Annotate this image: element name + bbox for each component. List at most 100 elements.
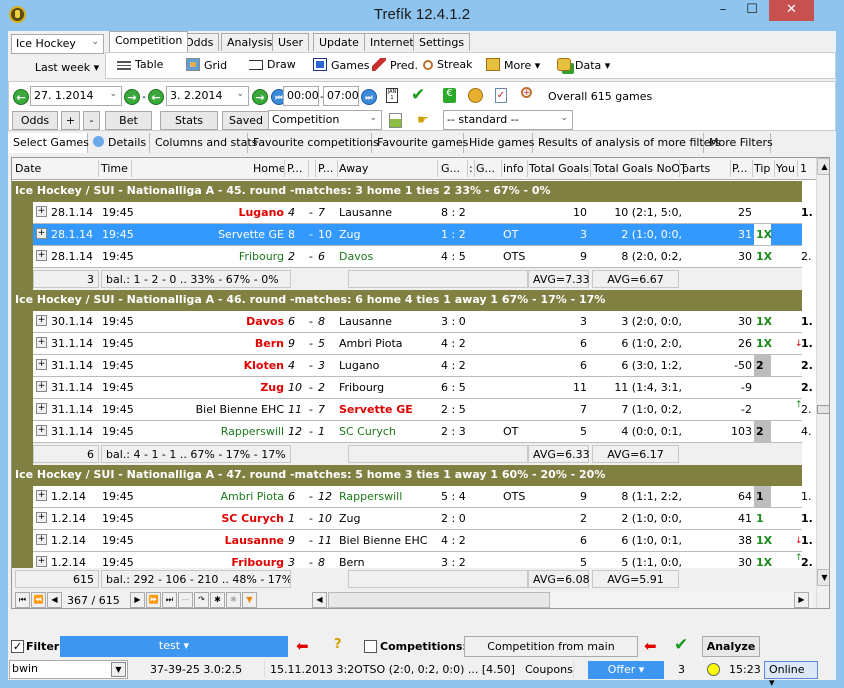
scroll-up-button[interactable]: ▲	[817, 158, 829, 175]
delete-record-button[interactable]: —	[178, 592, 193, 608]
more-dropdown[interactable]: More ▾	[486, 58, 540, 74]
table-row[interactable]: +31.1.14 19:45 Zug 10-2 Fribourg 6 : 5 11 11 (1…	[33, 377, 813, 399]
expand-row-button[interactable]: +	[36, 315, 47, 326]
period-dropdown[interactable]: Last week ▾	[22, 61, 112, 74]
expand-row-button[interactable]: +	[36, 228, 47, 239]
plus-button[interactable]: +	[61, 111, 80, 130]
check-icon[interactable]: ✔	[411, 85, 425, 105]
competition-select[interactable]: Competition ⌄	[268, 110, 382, 130]
table-row[interactable]: +1.2.14 19:45 SC Curych 1 -10 Zug 2 : 0 2 2 (1:0…	[33, 508, 813, 530]
subtab-favourite-games[interactable]: Favourite games	[372, 133, 468, 153]
tab-competition[interactable]: Competition	[109, 31, 189, 52]
data-dropdown[interactable]: Data ▾	[557, 58, 610, 74]
expand-row-button[interactable]: +	[36, 381, 47, 392]
streak-button[interactable]: Streak	[423, 58, 472, 74]
subtab-hide-games[interactable]: Hide games	[464, 133, 535, 153]
col-away-goals[interactable]: P...	[318, 162, 333, 175]
coupons-button[interactable]: Coupons	[525, 663, 573, 676]
col-away[interactable]: Away	[339, 162, 368, 175]
expand-row-button[interactable]: +	[36, 490, 47, 501]
asterisk-button[interactable]: ✱	[210, 592, 225, 608]
left-arrow-icon[interactable]: ⬅	[296, 637, 309, 655]
close-button[interactable]: ✕	[769, 0, 814, 21]
sport-select[interactable]: Ice Hockey ⌄	[11, 34, 104, 54]
expand-row-button[interactable]: +	[36, 250, 47, 261]
minus-button[interactable]: -	[83, 111, 100, 130]
filter-dropdown[interactable]: test ▾	[60, 636, 288, 657]
horizontal-scroll-thumb[interactable]	[328, 592, 550, 608]
games-button[interactable]: Games	[313, 58, 369, 74]
refresh-button[interactable]: ↷	[194, 592, 209, 608]
next-date-to-icon[interactable]: →	[252, 89, 268, 105]
col-info[interactable]: info	[503, 162, 524, 175]
table-row[interactable]: +31.1.14 19:45 Kloten 4 -3 Lugano 4 : 2 6 6 (3:0…	[33, 355, 813, 377]
table-button[interactable]: Table	[117, 58, 163, 74]
table-row[interactable]: +28.1.14 19:45 Servette GE 8 -10 Zug 1 : 2 OT 3 2…	[33, 224, 812, 246]
competitions-dropdown[interactable]: Competition from main window ▾	[464, 636, 638, 672]
left-arrow-icon[interactable]: ⬅	[644, 637, 657, 655]
saved-button[interactable]: Saved	[222, 111, 270, 130]
tab-update[interactable]: Update	[313, 33, 365, 51]
tab-analysis[interactable]: Analysis	[221, 33, 279, 51]
bet-button[interactable]: Bet	[105, 111, 152, 130]
expand-row-button[interactable]: +	[36, 425, 47, 436]
prev-record-button[interactable]: ◀	[47, 592, 62, 608]
competitions-checkbox[interactable]	[364, 640, 377, 653]
col-date[interactable]: Date	[15, 162, 41, 175]
prev-page-button[interactable]: ⏪	[31, 592, 46, 608]
subtab-columns-and-stats[interactable]: Columns and stats	[150, 133, 257, 153]
prev-date-from-icon[interactable]: ←	[13, 89, 29, 105]
vertical-scrollbar[interactable]: ▲ ▼	[816, 158, 829, 608]
group-header[interactable]: Ice Hockey / SUI - Nationalliga A - 46. …	[12, 290, 802, 311]
last-record-button[interactable]: ⏭	[162, 592, 177, 608]
table-row[interactable]: +31.1.14 19:45 Biel Bienne EHC 11-7 Servette…	[33, 399, 812, 421]
tab-internet[interactable]: Internet	[364, 33, 420, 51]
date-to-input[interactable]: 3. 2.2014 ⌄	[166, 86, 249, 106]
subtab-favourite-competitions[interactable]: Favourite competitions	[248, 133, 379, 153]
group-header[interactable]: Ice Hockey / SUI - Nationalliga A - 47. …	[12, 465, 802, 486]
scroll-left-button[interactable]: ◀	[312, 592, 327, 608]
subtab-details[interactable]: Details	[88, 133, 150, 153]
col-total-goals[interactable]: Total Goals	[529, 162, 589, 175]
stats-button[interactable]: Stats	[160, 111, 218, 130]
help-book-icon[interactable]: ?	[334, 637, 342, 652]
online-dropdown[interactable]: Online ▾	[764, 661, 818, 688]
joystick-icon[interactable]	[468, 88, 483, 103]
calendar-icon[interactable]: JAN 1	[386, 88, 398, 103]
table-row[interactable]: +30.1.14 19:45 Davos 6 -8 Lausanne 3 : 0 3 3 (2:…	[33, 311, 813, 333]
prev-date-to-icon[interactable]: ←	[148, 89, 164, 105]
time-end-icon[interactable]: ⏭	[361, 89, 377, 105]
table-row[interactable]: +1.2.14 19:45 Ambri Piota 6 -12 Rapperswill 5 …	[33, 486, 812, 508]
analyze-button[interactable]: Analyze	[702, 636, 760, 657]
table-row[interactable]: +28.1.14 19:45 Fribourg 2 -6 Davos 4 : 5 OTS 9 8 …	[33, 246, 812, 268]
euro-icon[interactable]: €	[443, 88, 456, 103]
date-from-input[interactable]: 27. 1.2014 ⌄	[30, 86, 122, 106]
col-goals-away[interactable]: G...	[476, 162, 495, 175]
scroll-down-button[interactable]: ▼	[817, 569, 829, 586]
vertical-scroll-thumb[interactable]	[817, 405, 829, 414]
subtab-results-more-filters[interactable]: Results of analysis of more filters	[533, 133, 721, 153]
minimize-button[interactable]: –	[709, 0, 737, 21]
col-p[interactable]: P...	[732, 162, 747, 175]
col-home[interactable]: Home	[253, 162, 285, 175]
col-odds-1[interactable]: 1	[800, 162, 807, 175]
draw-button[interactable]: Draw	[249, 58, 296, 74]
col-total-goals-noot[interactable]: Total Goals NoOT	[593, 162, 687, 175]
col-home-goals[interactable]: P...	[287, 162, 302, 175]
first-record-button[interactable]: ⏮	[15, 592, 30, 608]
view-select[interactable]: -- standard -- ⌄	[443, 110, 573, 130]
table-row[interactable]: +31.1.14 19:45 Rapperswill 12-1 SC Curych 2 :…	[33, 421, 812, 443]
pointing-hand-icon[interactable]: ☛	[417, 113, 429, 128]
col-colon[interactable]: :	[469, 162, 473, 175]
col-goals-home[interactable]: G...	[441, 162, 460, 175]
offer-dropdown[interactable]: Offer ▾	[588, 661, 664, 679]
filter-funnel-icon[interactable]: ▼	[242, 592, 257, 608]
next-date-from-icon[interactable]: →	[124, 89, 140, 105]
time-from-input[interactable]: 00:00	[283, 86, 319, 106]
asterisk-disabled-button[interactable]: ✱	[226, 592, 241, 608]
checklist-icon[interactable]: ✓	[495, 88, 507, 103]
expand-row-button[interactable]: +	[36, 512, 47, 523]
export-icon[interactable]	[389, 113, 402, 128]
table-row[interactable]: +1.2.14 19:45 Lausanne 9 -11 Biel Bienne EHC 4…	[33, 530, 813, 552]
bookmaker-select[interactable]: bwin ▼	[9, 660, 128, 679]
